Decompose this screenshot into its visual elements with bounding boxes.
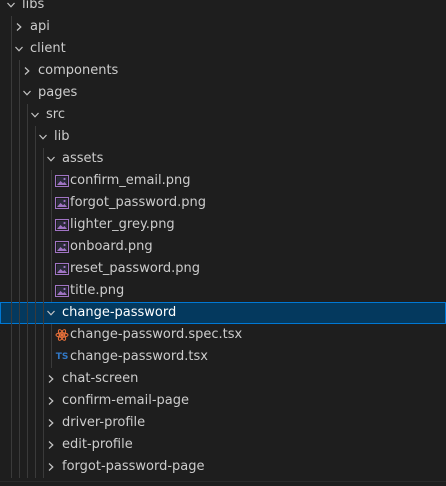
indent-guide — [43, 148, 44, 478]
image-file-icon — [54, 192, 70, 214]
tree-folder-row[interactable]: assets — [0, 148, 446, 170]
tree-item-label: edit-profile — [62, 437, 133, 452]
tree-item-label: change-password.spec.tsx — [70, 327, 243, 342]
tree-item-label: change-password.tsx — [70, 349, 208, 364]
tree-folder-row[interactable]: chat-screen — [0, 368, 446, 390]
chevron-right-icon[interactable] — [44, 368, 58, 390]
chevron-down-icon[interactable] — [20, 82, 34, 104]
tree-file-row[interactable]: change-password.spec.tsx — [0, 324, 446, 346]
chevron-right-icon[interactable] — [44, 434, 58, 456]
tree-item-label: chat-screen — [62, 371, 139, 386]
tree-folder-row[interactable]: src — [0, 104, 446, 126]
tree-folder-row[interactable]: pages — [0, 82, 446, 104]
image-file-icon — [54, 170, 70, 192]
tree-item-label: lighter_grey.png — [70, 217, 175, 232]
tree-file-row[interactable]: confirm_email.png — [0, 170, 446, 192]
typescript-file-icon: TS — [54, 346, 70, 368]
file-explorer-tree: libs api client components pages src lib assets… — [0, 0, 446, 478]
tree-file-row[interactable]: onboard.png — [0, 236, 446, 258]
tree-file-row[interactable]: title.png — [0, 280, 446, 302]
tree-folder-row[interactable]: edit-profile — [0, 434, 446, 456]
tree-item-label: forgot-password-page — [62, 459, 205, 474]
chevron-down-icon[interactable] — [44, 148, 58, 170]
tree-file-row[interactable]: reset_password.png — [0, 258, 446, 280]
image-file-icon — [54, 258, 70, 280]
indent-guide — [51, 324, 52, 368]
image-file-icon — [54, 280, 70, 302]
tree-file-row[interactable]: lighter_grey.png — [0, 214, 446, 236]
chevron-down-icon[interactable] — [28, 104, 42, 126]
image-file-icon — [54, 214, 70, 236]
indent-guide — [19, 60, 20, 478]
tree-item-label: title.png — [70, 283, 125, 298]
tree-folder-row[interactable]: lib — [0, 126, 446, 148]
indent-guide — [35, 126, 36, 478]
tree-item-label: components — [38, 63, 119, 78]
tree-item-label: assets — [62, 151, 104, 166]
image-file-icon — [54, 236, 70, 258]
tree-folder-row[interactable]: confirm-email-page — [0, 390, 446, 412]
tree-item-label: src — [46, 107, 65, 122]
typescript-badge: TS — [55, 352, 69, 362]
tree-item-label: pages — [38, 85, 78, 100]
tree-item-label: reset_password.png — [70, 261, 201, 276]
tree-item-label: driver-profile — [62, 415, 146, 430]
tree-folder-row[interactable]: change-password — [0, 302, 446, 324]
tree-item-label: confirm_email.png — [70, 173, 191, 188]
tree-item-label: client — [30, 41, 66, 56]
chevron-right-icon[interactable] — [44, 456, 58, 478]
react-spec-file-icon — [54, 324, 70, 346]
chevron-down-icon[interactable] — [4, 0, 18, 16]
tree-item-label: libs — [22, 0, 45, 12]
tree-folder-row[interactable]: api — [0, 16, 446, 38]
chevron-down-icon[interactable] — [12, 38, 26, 60]
tree-folder-row[interactable]: driver-profile — [0, 412, 446, 434]
chevron-down-icon[interactable] — [36, 126, 50, 148]
chevron-right-icon[interactable] — [44, 412, 58, 434]
tree-folder-row[interactable]: forgot-password-page — [0, 456, 446, 478]
indent-guide — [27, 104, 28, 478]
tree-file-row[interactable]: TS change-password.tsx — [0, 346, 446, 368]
chevron-right-icon[interactable] — [20, 60, 34, 82]
chevron-right-icon[interactable] — [44, 390, 58, 412]
chevron-right-icon[interactable] — [12, 16, 26, 38]
indent-guide — [51, 170, 52, 302]
panel-bottom-edge — [0, 481, 446, 486]
tree-item-label: onboard.png — [70, 239, 153, 254]
tree-item-label: forgot_password.png — [70, 195, 207, 210]
tree-folder-row[interactable]: components — [0, 60, 446, 82]
indent-guide — [11, 16, 12, 478]
tree-item-label: confirm-email-page — [62, 393, 190, 408]
tree-item-label: lib — [54, 129, 70, 144]
chevron-down-icon[interactable] — [44, 302, 58, 324]
tree-folder-row[interactable]: libs — [0, 0, 446, 16]
tree-folder-row[interactable]: client — [0, 38, 446, 60]
tree-item-label: change-password — [62, 305, 177, 320]
tree-item-label: api — [30, 19, 50, 34]
tree-file-row[interactable]: forgot_password.png — [0, 192, 446, 214]
